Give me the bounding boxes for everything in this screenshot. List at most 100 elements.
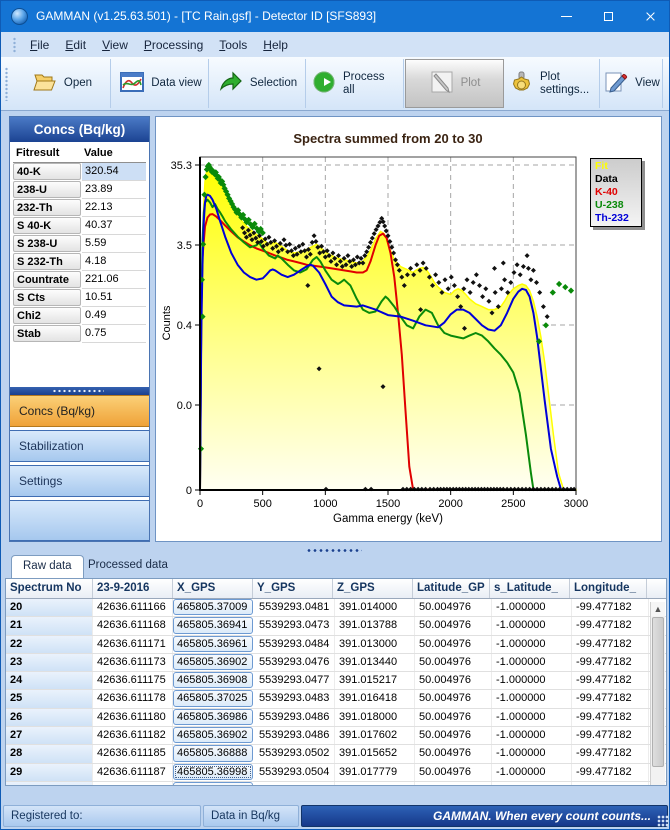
data-cell[interactable]: -1.000000 <box>492 727 572 744</box>
data-cell[interactable]: -99.477182 <box>572 617 649 634</box>
fit-row-label[interactable]: 238-U <box>13 181 81 198</box>
data-cell[interactable]: 391.015652 <box>335 745 415 762</box>
vertical-scrollbar[interactable]: ▲ ▼ <box>650 602 665 786</box>
data-cell[interactable]: -99.477182 <box>572 764 649 781</box>
data-cell[interactable]: 465805.37025 <box>173 690 253 706</box>
data-cell[interactable]: 5539293.0502 <box>255 745 335 762</box>
data-cell[interactable]: 5539293.0486 <box>255 727 335 744</box>
spectrum-no-cell[interactable]: 24 <box>6 672 93 689</box>
data-cell[interactable]: 465805.36902 <box>173 727 253 743</box>
sidebar-item-concs-bq-kg[interactable]: Concs (Bq/kg) <box>10 395 149 427</box>
data-cell[interactable]: 391.013440 <box>335 654 415 671</box>
data-cell[interactable]: 42636.611171 <box>93 636 173 653</box>
toolbar-grip[interactable] <box>5 67 8 101</box>
spectrum-no-cell[interactable]: 26 <box>6 709 93 726</box>
data-cell[interactable]: 5539293.0473 <box>255 617 335 634</box>
data-cell[interactable]: 391.018000 <box>335 709 415 726</box>
data-cell[interactable]: -1.000000 <box>492 745 572 762</box>
table-row[interactable]: 2942636.611187465805.369985539293.050439… <box>6 764 666 782</box>
maximize-button[interactable] <box>587 1 629 32</box>
fit-row-value[interactable]: 40.37 <box>82 217 146 235</box>
data-cell[interactable]: 465805.37009 <box>173 599 253 615</box>
data-cell[interactable]: -99.477182 <box>572 709 649 726</box>
data-cell[interactable]: 465805.36986 <box>173 709 253 725</box>
data-cell[interactable]: -1.000000 <box>492 654 572 671</box>
menu-item-edit[interactable]: Edit <box>57 35 94 55</box>
sidebar-item-stabilization[interactable]: Stabilization <box>10 430 149 462</box>
menubar-grip[interactable] <box>13 37 16 53</box>
spectrum-no-cell[interactable]: 21 <box>6 617 93 634</box>
table-row[interactable]: 2042636.611166465805.370095539293.048139… <box>6 599 666 617</box>
data-cell[interactable]: 465805.36941 <box>173 617 253 633</box>
toolbar-button-open[interactable]: Open <box>14 59 111 108</box>
fit-row-label[interactable]: Countrate <box>13 271 81 288</box>
data-cell[interactable]: 50.004976 <box>415 782 492 786</box>
data-cell[interactable]: 42636.611182 <box>93 727 173 744</box>
vertical-scroll-thumb[interactable] <box>652 617 664 767</box>
grid-column-header-longitude-[interactable]: Longitude_ <box>570 579 647 598</box>
spectrum-no-cell[interactable]: 20 <box>6 599 93 616</box>
data-cell[interactable]: -1.000000 <box>492 672 572 689</box>
table-row[interactable]: 2242636.611171465805.369615539293.048439… <box>6 636 666 654</box>
fit-row-value[interactable]: 22.13 <box>82 199 146 217</box>
nav-splitter[interactable] <box>10 387 149 395</box>
fit-row-label[interactable]: 40-K <box>13 163 81 180</box>
data-cell[interactable]: -99.477182 <box>572 727 649 744</box>
data-cell[interactable]: 5539293.0481 <box>255 599 335 616</box>
fit-row-value[interactable]: 4.18 <box>82 253 146 271</box>
fit-row-value[interactable]: 320.54 <box>82 163 146 181</box>
toolbar-button-view[interactable]: View <box>601 59 663 108</box>
data-cell[interactable]: 50.004976 <box>415 636 492 653</box>
data-cell[interactable]: 5539293.0477 <box>255 672 335 689</box>
data-cell[interactable]: 465805.36888 <box>173 745 253 761</box>
data-cell[interactable]: 5539293.0511 <box>255 782 335 786</box>
data-cell[interactable]: 42636.611173 <box>93 654 173 671</box>
data-cell[interactable]: -1.000000 <box>492 636 572 653</box>
data-cell[interactable]: 391.013000 <box>335 636 415 653</box>
table-row[interactable]: 2542636.611178465805.370255539293.048339… <box>6 690 666 708</box>
data-cell[interactable]: 465805.36908 <box>173 672 253 688</box>
data-cell[interactable]: -1.000000 <box>492 599 572 616</box>
data-cell[interactable]: 391.015217 <box>335 672 415 689</box>
fit-row-value[interactable]: 0.49 <box>82 307 146 325</box>
data-cell[interactable]: 50.004976 <box>415 599 492 616</box>
spectrum-no-cell[interactable]: 28 <box>6 745 93 762</box>
minimize-button[interactable] <box>545 1 587 32</box>
data-cell[interactable]: 50.004976 <box>415 709 492 726</box>
table-row[interactable]: 2442636.611175465805.369085539293.047739… <box>6 672 666 690</box>
data-cell[interactable]: 50.004976 <box>415 690 492 707</box>
data-cell[interactable]: 50.004976 <box>415 745 492 762</box>
data-cell[interactable]: 391.016781 <box>335 782 415 786</box>
toolbar-button-data-view[interactable]: Data view <box>113 59 209 108</box>
data-cell[interactable]: -99.477182 <box>572 636 649 653</box>
data-cell[interactable]: 42636.611187 <box>93 764 173 781</box>
data-cell[interactable]: -99.477182 <box>572 672 649 689</box>
menu-item-processing[interactable]: Processing <box>136 35 211 55</box>
data-cell[interactable]: 391.017602 <box>335 727 415 744</box>
fit-row-label[interactable]: S 40-K <box>13 217 81 234</box>
data-cell[interactable]: 42636.611185 <box>93 745 173 762</box>
spectrum-chart[interactable]: 35.33.50.40.00050010001500200025003000Sp… <box>156 117 661 546</box>
fit-row-label[interactable]: 232-Th <box>13 199 81 216</box>
toolbar-button-plot-settings[interactable]: Plot settings... <box>505 59 600 108</box>
data-cell[interactable]: 50.004976 <box>415 617 492 634</box>
data-cell[interactable]: 5539293.0476 <box>255 654 335 671</box>
fit-row-label[interactable]: S Cts <box>13 289 81 306</box>
data-cell[interactable]: 391.017779 <box>335 764 415 781</box>
tab-processed-data[interactable]: Processed data <box>77 555 179 578</box>
spectrum-no-cell[interactable]: 29 <box>6 764 93 781</box>
data-cell[interactable]: -99.477182 <box>572 599 649 616</box>
data-cell[interactable]: 42636.611168 <box>93 617 173 634</box>
table-row[interactable]: 2342636.611173465805.369025539293.047639… <box>6 654 666 672</box>
data-cell[interactable]: 42636.611166 <box>93 599 173 616</box>
data-cell[interactable]: 42636.611175 <box>93 672 173 689</box>
data-cell[interactable]: 50.004976 <box>415 727 492 744</box>
close-button[interactable] <box>629 1 670 32</box>
grid-column-header-latitude-gp[interactable]: Latitude_GP <box>413 579 490 598</box>
tab-raw-data[interactable]: Raw data <box>11 555 84 578</box>
data-cell[interactable]: -1.000000 <box>492 617 572 634</box>
data-cell[interactable]: -99.477182 <box>572 782 649 786</box>
menu-item-help[interactable]: Help <box>255 35 296 55</box>
data-cell[interactable]: -99.477182 <box>572 745 649 762</box>
data-cell[interactable]: 50.004976 <box>415 672 492 689</box>
